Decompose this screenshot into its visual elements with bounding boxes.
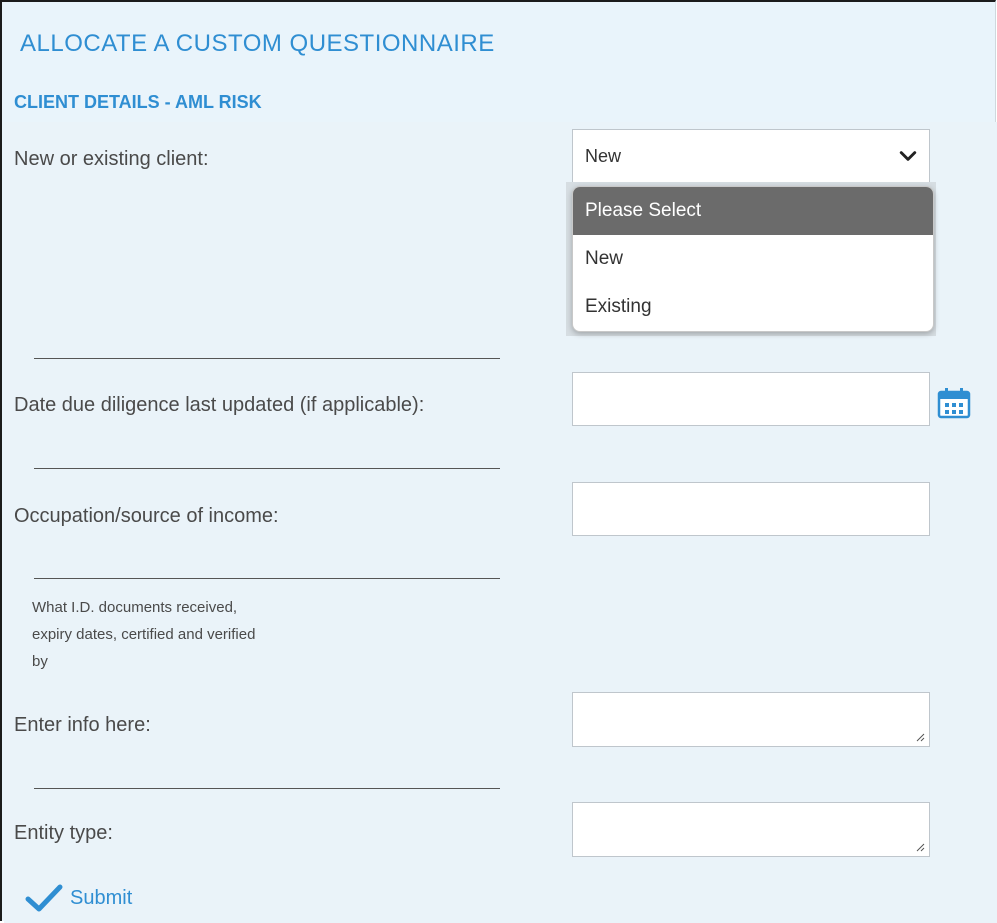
chevron-down-icon (899, 151, 917, 161)
entity-type-textarea[interactable] (572, 802, 930, 857)
due-diligence-date-label: Date due diligence last updated (if appl… (14, 394, 425, 416)
entity-type-label: Entity type: (14, 822, 113, 844)
checkmark-icon (25, 884, 63, 912)
resize-grip-icon[interactable] (915, 842, 925, 852)
client-type-label: New or existing client: (14, 148, 209, 170)
occupation-input[interactable] (572, 482, 930, 536)
divider (34, 468, 500, 469)
occupation-label: Occupation/source of income: (14, 505, 279, 527)
calendar-icon[interactable] (937, 387, 971, 419)
submit-label: Submit (70, 886, 133, 909)
client-type-dropdown-list: Please Select New Existing (572, 186, 934, 332)
id-documents-help-text: What I.D. documents received, expiry dat… (32, 599, 256, 670)
id-info-textarea[interactable] (572, 692, 930, 747)
page-title: ALLOCATE A CUSTOM QUESTIONNAIRE (20, 30, 495, 57)
divider (34, 358, 500, 359)
option-new[interactable]: New (573, 235, 933, 283)
due-diligence-date-input[interactable] (572, 372, 930, 426)
id-info-label: Enter info here: (14, 714, 151, 736)
divider (34, 788, 500, 789)
option-existing[interactable]: Existing (573, 283, 933, 331)
questionnaire-panel: ALLOCATE A CUSTOM QUESTIONNAIRE CLIENT D… (0, 0, 997, 923)
divider (34, 578, 500, 579)
option-please-select[interactable]: Please Select (573, 187, 933, 235)
submit-button[interactable]: Submit (24, 882, 132, 914)
client-type-select[interactable]: New (572, 129, 930, 183)
client-type-selected-value: New (585, 145, 622, 166)
section-title: CLIENT DETAILS - AML RISK (14, 92, 262, 112)
resize-grip-icon[interactable] (915, 732, 925, 742)
